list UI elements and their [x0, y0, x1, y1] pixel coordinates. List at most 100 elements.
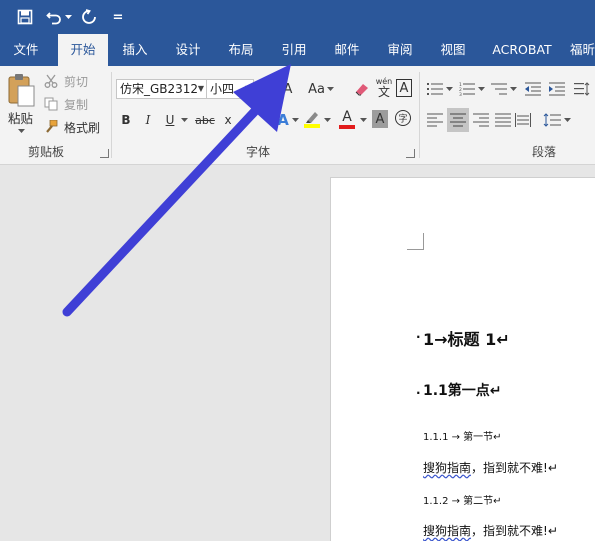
- ribbon-home: 粘贴 剪切 复制 格式刷 剪贴板 仿宋_GB2312 ▼ 小四 ▼ A Aa w…: [0, 66, 595, 165]
- tab-review[interactable]: 审阅: [378, 34, 422, 66]
- line-spacing-button[interactable]: [542, 110, 562, 130]
- heading-2[interactable]: 1.1第一点↵: [423, 380, 502, 400]
- change-case-button[interactable]: Aa: [306, 79, 336, 99]
- font-color-button[interactable]: A: [337, 108, 357, 130]
- redo-button[interactable]: [78, 5, 100, 29]
- tab-mailings[interactable]: 邮件: [325, 34, 369, 66]
- text-effects-dropdown[interactable]: [290, 110, 300, 130]
- chevron-down-icon: [326, 87, 334, 91]
- font-dialog-launcher[interactable]: [406, 149, 415, 158]
- format-painter-button[interactable]: 格式刷: [44, 118, 104, 136]
- align-left-button[interactable]: [426, 110, 444, 130]
- body-paragraph-1[interactable]: 搜狗指南，指到就不难!↵: [423, 459, 558, 476]
- heading-3-first[interactable]: 1.1.1 → 第一节↵: [423, 428, 502, 443]
- customize-qat-button[interactable]: =: [110, 5, 126, 29]
- chevron-down-icon: [64, 14, 72, 19]
- strikethrough-button[interactable]: abc: [193, 110, 217, 130]
- copy-button[interactable]: 复制: [44, 95, 92, 113]
- align-right-button[interactable]: [472, 110, 490, 130]
- underline-dropdown[interactable]: [179, 110, 189, 130]
- change-case-label: Aa: [308, 81, 325, 97]
- font-color-icon: A: [342, 108, 352, 125]
- highlight-dropdown[interactable]: [322, 110, 332, 130]
- font-color-dropdown[interactable]: [358, 110, 368, 130]
- paragraph-group-label: 段落: [532, 145, 557, 159]
- align-center-button[interactable]: [447, 108, 469, 132]
- highlighter-icon: [306, 112, 318, 123]
- decrease-indent-icon: [525, 82, 541, 96]
- undo-dropdown[interactable]: [63, 5, 73, 29]
- document-page[interactable]: · 1→标题 1↵ · 1.1第一点↵ 1.1.1 → 第一节↵ 搜狗指南，指到…: [330, 177, 595, 541]
- save-icon: [17, 9, 33, 25]
- tab-home[interactable]: 开始: [58, 34, 108, 66]
- bullets-dropdown[interactable]: [444, 79, 454, 99]
- bullets-button[interactable]: [426, 79, 444, 99]
- font-size-select[interactable]: 小四 ▼: [206, 79, 254, 99]
- paste-icon: [8, 74, 35, 107]
- paste-button[interactable]: [4, 70, 38, 110]
- save-button[interactable]: [14, 5, 36, 29]
- strikethrough-label: abc: [195, 113, 215, 127]
- tab-references[interactable]: 引用: [272, 34, 316, 66]
- numbering-icon: 1 2 3: [459, 82, 475, 96]
- multilevel-list-button[interactable]: [490, 79, 508, 99]
- undo-button[interactable]: [44, 5, 64, 29]
- tab-layout[interactable]: 布局: [219, 34, 263, 66]
- font-name-value: 仿宋_GB2312: [120, 82, 199, 96]
- svg-text:3: 3: [459, 92, 462, 96]
- body-paragraph-2[interactable]: 搜狗指南，指到就不难!↵: [423, 522, 558, 539]
- heading-1[interactable]: 1→标题 1↵: [423, 326, 510, 350]
- clipboard-group-label: 剪贴板: [28, 145, 65, 159]
- grow-font-button[interactable]: A: [280, 79, 296, 99]
- align-center-icon: [450, 113, 466, 127]
- chevron-down-icon: [445, 87, 453, 91]
- tab-view[interactable]: 视图: [431, 34, 475, 66]
- scissors-icon: [44, 74, 58, 88]
- tab-file[interactable]: 文件: [2, 34, 50, 66]
- svg-text:字: 字: [398, 113, 407, 125]
- tab-design[interactable]: 设计: [166, 34, 210, 66]
- group-separator: [419, 72, 420, 158]
- numbering-dropdown[interactable]: [476, 79, 486, 99]
- highlight-button[interactable]: [302, 108, 322, 130]
- bold-button[interactable]: B: [118, 110, 134, 130]
- tab-insert[interactable]: 插入: [113, 34, 157, 66]
- numbering-button[interactable]: 1 2 3: [458, 79, 476, 99]
- format-painter-label: 格式刷: [64, 120, 101, 135]
- highlight-color-bar: [304, 124, 320, 128]
- cut-button[interactable]: 剪切: [44, 72, 92, 90]
- copy-icon: [44, 97, 58, 111]
- decrease-indent-button[interactable]: [524, 79, 542, 99]
- subscript-button[interactable]: x: [220, 110, 236, 130]
- chevron-down-icon: [17, 129, 25, 133]
- underline-button[interactable]: U: [162, 110, 178, 130]
- justify-button[interactable]: [494, 110, 512, 130]
- increase-indent-icon: [549, 82, 565, 96]
- increase-indent-button[interactable]: [548, 79, 566, 99]
- tab-acrobat[interactable]: ACROBAT: [485, 34, 559, 66]
- tab-foxit[interactable]: 福昕: [570, 34, 595, 66]
- phonetic-guide-button[interactable]: wén 文: [374, 76, 394, 100]
- clipboard-dialog-launcher[interactable]: [100, 149, 109, 158]
- character-border-button[interactable]: A: [396, 79, 412, 97]
- font-name-select[interactable]: 仿宋_GB2312 ▼: [116, 79, 207, 99]
- chevron-down-icon: [323, 118, 331, 122]
- line-spacing-dropdown[interactable]: [562, 110, 572, 130]
- underline-label: U: [165, 113, 175, 127]
- chevron-down-icon: ▼: [197, 84, 204, 93]
- italic-button[interactable]: I: [140, 110, 156, 130]
- body-paragraph-2-rest: ，指到就不难!↵: [471, 524, 558, 538]
- distributed-button[interactable]: [514, 110, 532, 130]
- multilevel-list-dropdown[interactable]: [508, 79, 518, 99]
- cut-label: 剪切: [64, 74, 89, 89]
- enclosed-character-icon: 字: [395, 110, 411, 126]
- chevron-down-icon: [180, 118, 188, 122]
- enclose-characters-button[interactable]: 字: [394, 109, 412, 127]
- character-shading-button[interactable]: A: [372, 110, 388, 128]
- heading-3-second[interactable]: 1.1.2 → 第二节↵: [423, 492, 502, 507]
- paste-label[interactable]: 粘贴: [8, 108, 33, 127]
- chinese-layout-button[interactable]: [572, 79, 592, 99]
- clear-formatting-button[interactable]: [352, 79, 372, 99]
- paste-dropdown[interactable]: [14, 126, 28, 136]
- chevron-down-icon: [359, 118, 367, 122]
